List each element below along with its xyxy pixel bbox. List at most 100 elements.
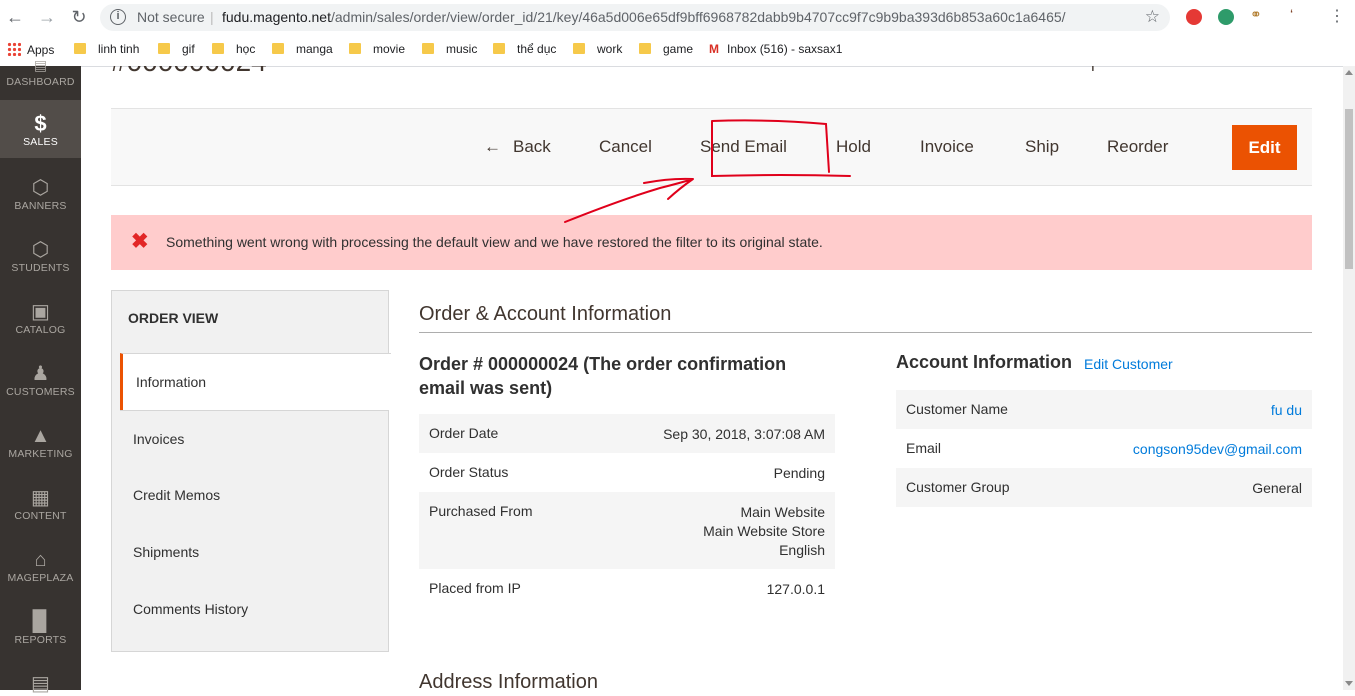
back-button[interactable]: ← Back — [484, 137, 551, 157]
tab-invoices[interactable]: Invoices — [120, 410, 388, 467]
customer-name-link[interactable]: fu du — [1271, 402, 1302, 418]
extension-key-icon[interactable]: ⚭ — [1250, 6, 1266, 22]
url-path: /admin/sales/order/view/order_id/21/key/… — [330, 9, 1066, 25]
megaphone-icon: ▲ — [30, 425, 51, 447]
extension-shield-icon[interactable] — [1218, 9, 1234, 25]
nav-catalog[interactable]: ▣ CATALOG — [0, 300, 81, 336]
scrollbar-thumb[interactable] — [1345, 109, 1353, 269]
bookmark-folder[interactable]: work — [573, 42, 622, 56]
back-arrow-icon[interactable]: ← — [4, 6, 26, 28]
row-value: Pending — [773, 465, 825, 481]
row-value: 127.0.0.1 — [766, 581, 825, 597]
store-icon: ▤ — [31, 673, 50, 695]
cancel-button[interactable]: Cancel — [599, 137, 652, 157]
row-value: Main Website Main Website Store English — [703, 503, 825, 560]
browser-toolbar: ← → ↻ i Not secure | fudu.magento.net/ad… — [0, 0, 1355, 35]
menu-dots-icon[interactable]: ⋮ — [1326, 6, 1348, 28]
order-view-tabs: ORDER VIEW Information Invoices Credit M… — [111, 290, 391, 652]
bookmark-apps[interactable]: Apps — [7, 42, 54, 57]
nav-sales[interactable]: $ SALES — [0, 100, 81, 158]
nav-stores[interactable]: ▤ — [0, 672, 81, 696]
bookmark-gmail[interactable]: M Inbox (516) - saxsax1 — [709, 42, 844, 56]
reload-icon[interactable]: ↻ — [68, 6, 90, 28]
nav-banners[interactable]: ⬡ BANNERS — [0, 176, 81, 212]
row-label: Customer Name — [906, 401, 1008, 417]
tab-label: Information — [136, 374, 207, 390]
page-scrollbar[interactable] — [1343, 66, 1355, 690]
url-text[interactable]: fudu.magento.net/admin/sales/order/view/… — [222, 9, 1066, 25]
nav-label: MAGEPLAZA — [7, 572, 74, 584]
folder-icon — [74, 43, 86, 54]
nav-mageplaza[interactable]: ⌂ MAGEPLAZA — [0, 548, 81, 584]
account-heading: Account Information — [896, 352, 1072, 372]
tab-label: Shipments — [133, 544, 200, 560]
send-email-button[interactable]: Send Email — [700, 137, 787, 157]
folder-icon — [639, 43, 651, 54]
row-label: Customer Group — [906, 479, 1010, 495]
bookmark-folder[interactable]: học — [212, 42, 255, 56]
bookmark-folder[interactable]: game — [639, 42, 693, 56]
apps-grid-icon — [7, 42, 21, 56]
value-line: Main Website Store — [703, 523, 825, 539]
error-message: ✖ Something went wrong with processing t… — [111, 215, 1312, 270]
row-value: General — [1252, 480, 1302, 496]
bookmark-star-icon[interactable]: ☆ — [1145, 7, 1160, 27]
edit-button[interactable]: Edit — [1232, 125, 1297, 170]
address-bar[interactable]: i Not secure | fudu.magento.net/admin/sa… — [100, 4, 1170, 31]
row-value: congson95dev@gmail.com — [1133, 440, 1302, 459]
bookmark-label: Inbox (516) - saxsax1 — [727, 42, 843, 56]
table-row: Customer Name fu du — [896, 390, 1312, 429]
tab-credit-memos[interactable]: Credit Memos — [120, 467, 388, 523]
nav-students[interactable]: ⬡ STUDENTS — [0, 238, 81, 274]
tab-shipments[interactable]: Shipments — [120, 524, 388, 580]
info-icon[interactable]: i — [110, 9, 126, 25]
bookmark-folder[interactable]: gif — [158, 42, 195, 56]
tab-label: Invoices — [133, 431, 185, 447]
extension-icon[interactable]: ‘ — [1290, 6, 1306, 22]
value-line: Main Website — [740, 504, 825, 520]
row-label: Purchased From — [429, 503, 533, 519]
row-label: Order Date — [429, 425, 499, 441]
extension-adblock-icon[interactable] — [1186, 9, 1202, 25]
bookmark-folder[interactable]: movie — [349, 42, 405, 56]
mageplaza-icon: ⌂ — [34, 549, 47, 571]
scroll-down-arrow-icon[interactable] — [1345, 681, 1353, 686]
bookmark-label: music — [446, 42, 478, 56]
separator: | — [210, 9, 214, 25]
nav-label: BANNERS — [14, 200, 67, 212]
reorder-button[interactable]: Reorder — [1107, 137, 1168, 157]
address-section-title: Address Information — [419, 671, 598, 690]
tab-label: Comments History — [133, 601, 249, 617]
order-view-heading: ORDER VIEW — [128, 310, 219, 326]
email-link[interactable]: congson95dev@gmail.com — [1133, 441, 1302, 457]
row-label: Placed from IP — [429, 580, 521, 596]
nav-reports[interactable]: ▉ REPORTS — [0, 610, 81, 646]
bookmark-folder[interactable]: music — [422, 42, 477, 56]
header-search-icon[interactable]: ⚲ — [1087, 66, 1099, 74]
bookmark-folder[interactable]: thể dục — [493, 42, 556, 56]
forward-arrow-icon[interactable]: → — [36, 6, 58, 28]
tab-label: Credit Memos — [133, 487, 221, 503]
invoice-button[interactable]: Invoice — [920, 137, 974, 157]
nav-customers[interactable]: ♟ CUSTOMERS — [0, 362, 81, 398]
layout-icon: ▦ — [31, 487, 50, 509]
table-row: Purchased From Main Website Main Website… — [419, 492, 835, 569]
nav-content[interactable]: ▦ CONTENT — [0, 486, 81, 522]
table-row: Email congson95dev@gmail.com — [896, 429, 1312, 468]
page-title: #000000024 — [111, 66, 267, 78]
tab-information[interactable]: Information — [120, 353, 391, 410]
security-label: Not secure — [137, 9, 205, 25]
dollar-icon: $ — [34, 111, 47, 136]
nav-label: CONTENT — [14, 510, 67, 522]
edit-customer-link[interactable]: Edit Customer — [1084, 356, 1173, 372]
ship-button[interactable]: Ship — [1025, 137, 1059, 157]
hold-button[interactable]: Hold — [836, 137, 871, 157]
bookmark-folder[interactable]: linh tinh — [74, 42, 139, 56]
scroll-up-arrow-icon[interactable] — [1345, 70, 1353, 75]
bookmark-folder[interactable]: manga — [272, 42, 333, 56]
nav-marketing[interactable]: ▲ MARKETING — [0, 424, 81, 460]
tab-comments-history[interactable]: Comments History — [120, 581, 388, 637]
nav-dashboard[interactable]: ▤ DASHBOARD — [0, 58, 81, 93]
bookmark-label: thể dục — [517, 42, 557, 56]
bookmark-label: học — [236, 42, 256, 56]
